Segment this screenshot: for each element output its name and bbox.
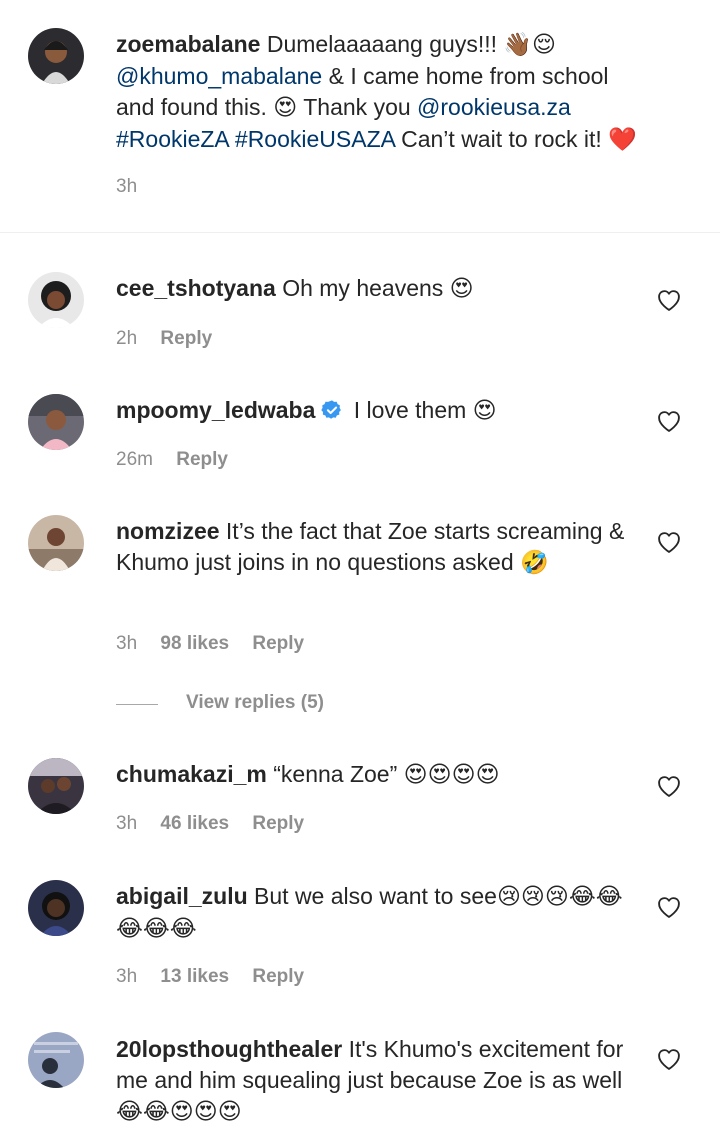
comment-username[interactable]: 20lopsthoughthealer <box>116 1036 342 1062</box>
comment-username[interactable]: nomzizee <box>116 518 220 544</box>
caption-meta: 3h <box>116 176 155 198</box>
comment-body: But we also want to see <box>254 883 497 909</box>
mention-khumo[interactable]: @khumo_mabalane <box>116 63 322 89</box>
comment-emoji: 🤣 <box>520 550 549 576</box>
likes-count[interactable]: 98 likes <box>160 633 229 654</box>
avatar[interactable] <box>28 1032 84 1088</box>
comment-meta: 26m Reply <box>116 449 246 471</box>
like-heart-icon[interactable] <box>655 893 683 921</box>
comment-username[interactable]: mpoomy_ledwaba <box>116 397 315 423</box>
hashtag-rookieza[interactable]: #RookieZA <box>116 126 229 152</box>
reply-button[interactable]: Reply <box>252 633 304 654</box>
wave-emoji: 👋🏾😌 <box>503 32 557 58</box>
avatar[interactable] <box>28 28 84 84</box>
divider <box>0 232 720 233</box>
like-heart-icon[interactable] <box>655 772 683 800</box>
comment-emoji: 😂😂😍😍😍 <box>116 1099 242 1125</box>
comment-meta: 3h 46 likes Reply <box>116 813 322 835</box>
comment-text: mpoomy_ledwaba I love them 😍 <box>116 395 646 429</box>
like-heart-icon[interactable] <box>655 286 683 314</box>
comment-text: abigail_zulu But we also want to see😢😢😢😂… <box>116 881 646 945</box>
reply-button[interactable]: Reply <box>176 449 228 470</box>
reply-button[interactable]: Reply <box>252 813 304 834</box>
caption-text-1: Dumelaaaaang guys!!! <box>266 31 504 57</box>
reply-button[interactable]: Reply <box>252 966 304 987</box>
comment-meta: 3h 13 likes Reply <box>116 966 322 988</box>
comment-body: I love them <box>353 397 473 423</box>
red-heart-emoji: ❤️ <box>608 127 637 153</box>
comment-time: 3h <box>116 813 138 834</box>
like-heart-icon[interactable] <box>655 407 683 435</box>
comment-emoji: 😍😍😍😍 <box>403 762 500 788</box>
verified-badge-icon <box>321 398 343 429</box>
comment-time: 2h <box>116 328 138 349</box>
reply-button[interactable]: Reply <box>160 328 212 349</box>
like-heart-icon[interactable] <box>655 528 683 556</box>
comment-emoji: 😍 <box>472 398 497 424</box>
comment-body: “kenna Zoe” <box>273 761 404 787</box>
hashtag-rookieusaza[interactable]: #RookieUSAZA <box>235 126 395 152</box>
heart-eyes-emoji: 😍 <box>273 95 298 121</box>
view-replies-line <box>116 704 158 705</box>
comment-meta: 2h Reply <box>116 328 230 350</box>
comment-text: chumakazi_m “kenna Zoe” 😍😍😍😍 <box>116 759 646 791</box>
comment-emoji: 😍 <box>449 276 474 302</box>
caption-time: 3h <box>116 176 138 197</box>
comment-username[interactable]: abigail_zulu <box>116 883 248 909</box>
comment-time: 26m <box>116 449 153 470</box>
comment-text: 20lopsthoughthealer It's Khumo's excitem… <box>116 1034 646 1128</box>
comment-username[interactable]: cee_tshotyana <box>116 275 276 301</box>
likes-count[interactable]: 13 likes <box>160 966 229 987</box>
caption-text-3: Thank you <box>297 94 418 120</box>
like-heart-icon[interactable] <box>655 1045 683 1073</box>
avatar[interactable] <box>28 515 84 571</box>
view-replies-button[interactable]: View replies (5) <box>186 692 324 714</box>
comment-username[interactable]: chumakazi_m <box>116 761 267 787</box>
caption-text: zoemabalane Dumelaaaaang guys!!! 👋🏾😌 @kh… <box>116 29 646 156</box>
avatar[interactable] <box>28 880 84 936</box>
likes-count[interactable]: 46 likes <box>160 813 229 834</box>
avatar[interactable] <box>28 394 84 450</box>
comment-text: nomzizee It’s the fact that Zoe starts s… <box>116 516 646 579</box>
avatar[interactable] <box>28 758 84 814</box>
comment-body: Oh my heavens <box>282 275 450 301</box>
mention-rookie[interactable]: @rookieusa.za <box>417 94 571 120</box>
comment-time: 3h <box>116 966 138 987</box>
comment-text: cee_tshotyana Oh my heavens 😍 <box>116 273 646 305</box>
caption-text-4: Can’t wait to rock it! <box>394 126 609 152</box>
avatar[interactable] <box>28 272 84 328</box>
comment-time: 3h <box>116 633 138 654</box>
comment-meta: 3h 98 likes Reply <box>116 633 322 655</box>
caption-username[interactable]: zoemabalane <box>116 31 260 57</box>
